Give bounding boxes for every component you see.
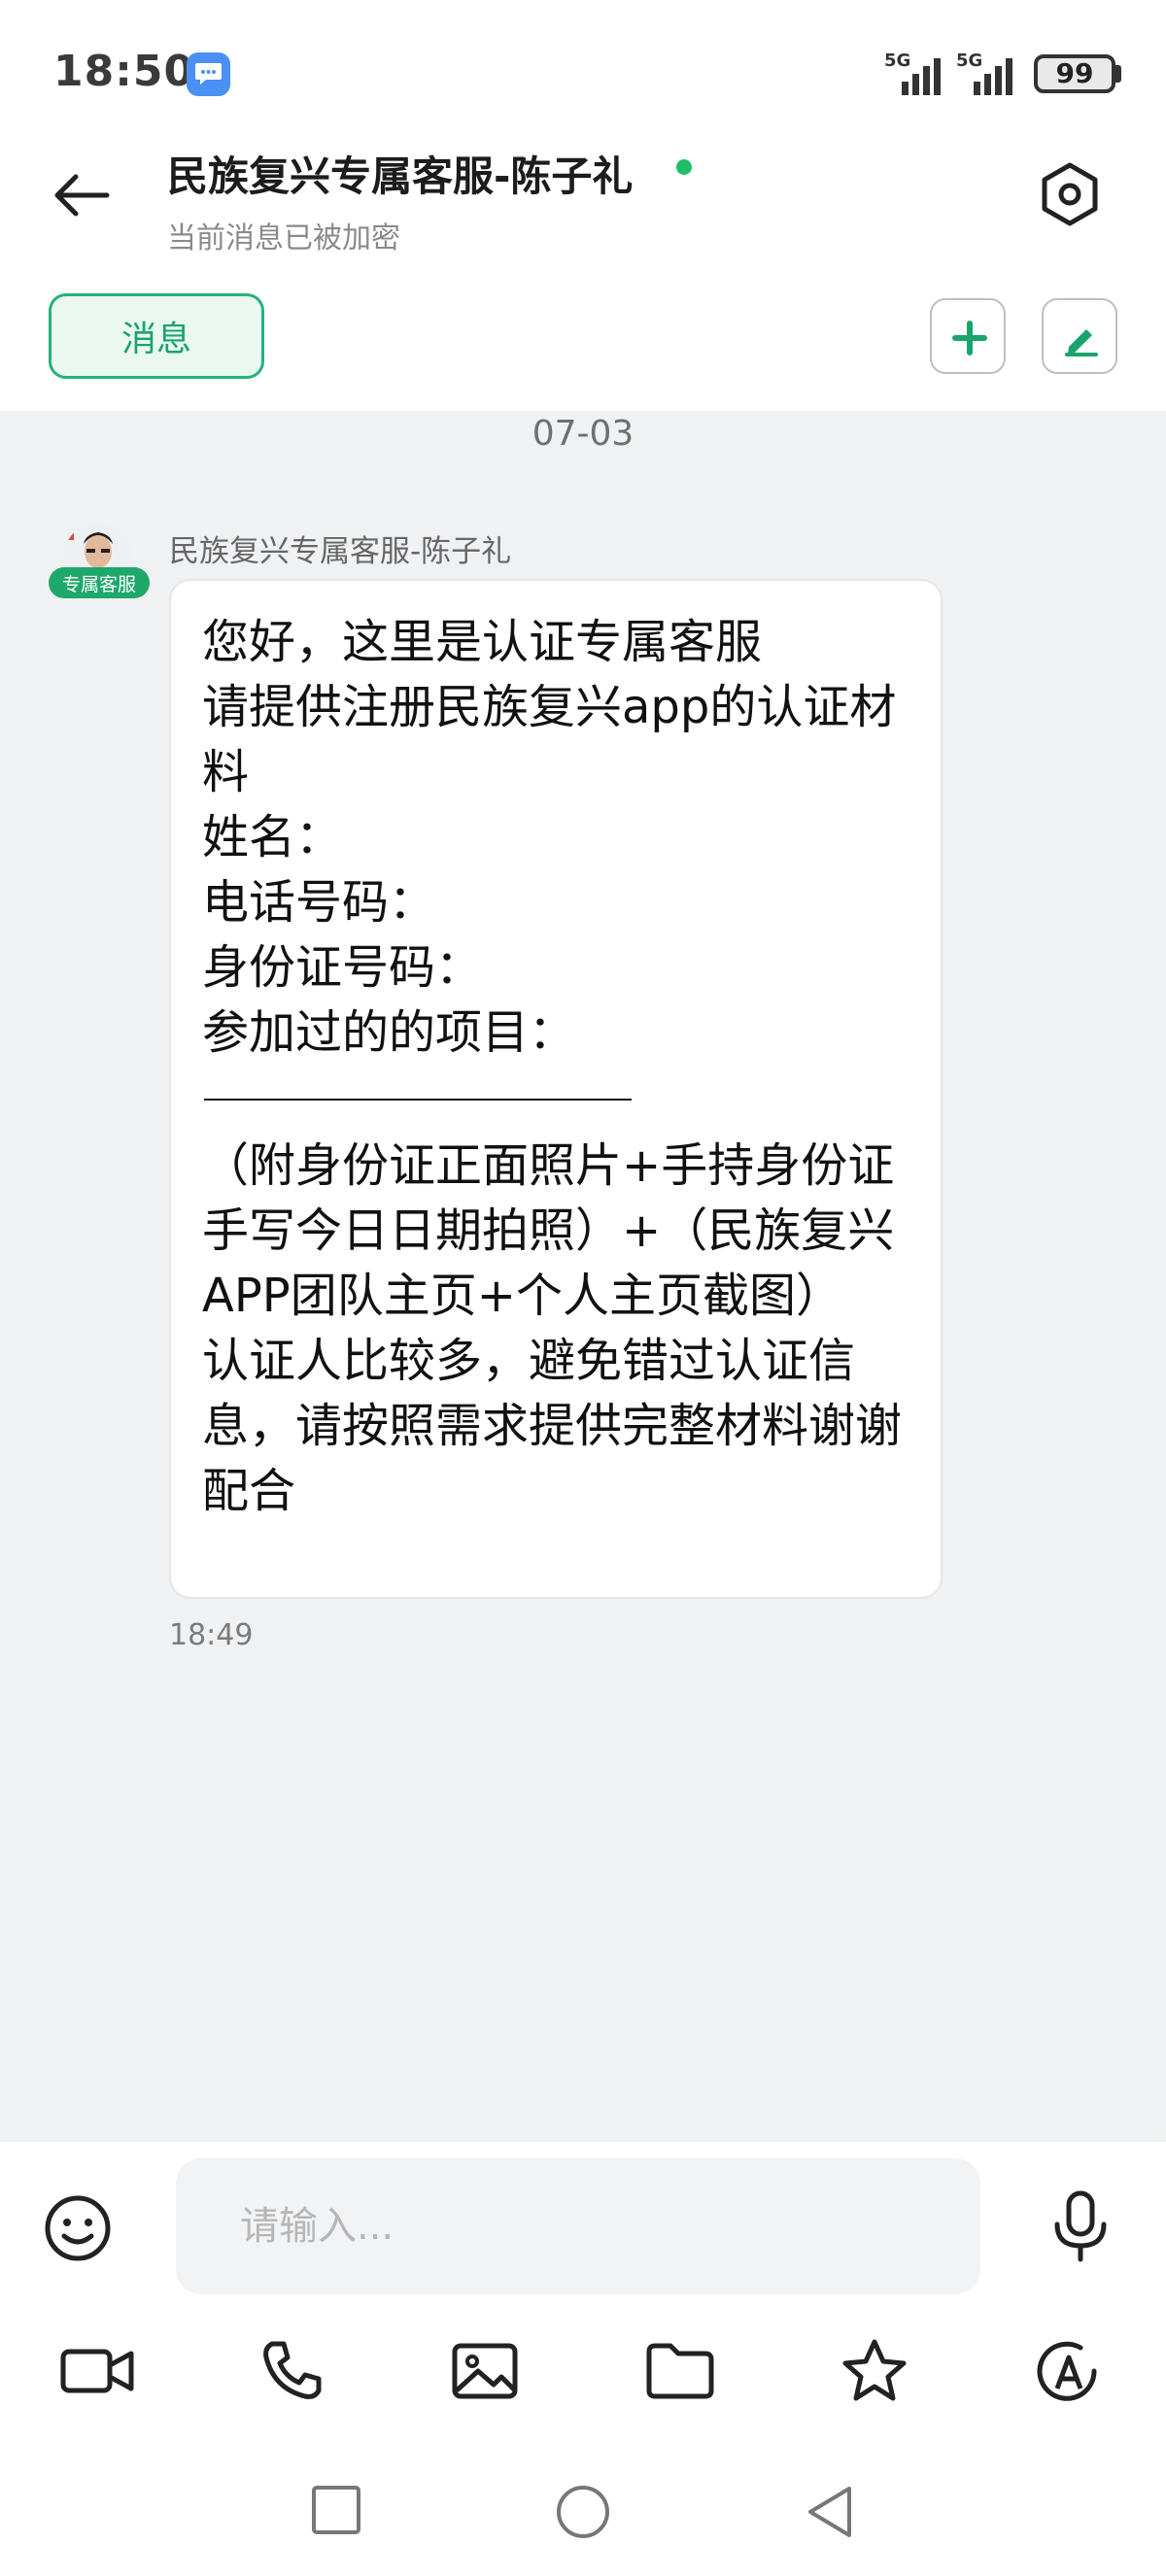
- gallery-button[interactable]: [447, 2336, 525, 2406]
- video-call-button[interactable]: [58, 2336, 136, 2406]
- voice-call-button[interactable]: [255, 2336, 332, 2406]
- status-bar: 18:50 5G 5G 99: [0, 0, 1166, 146]
- system-back-button[interactable]: [803, 2483, 857, 2545]
- online-status-dot: [676, 159, 692, 175]
- message-line: 认证人比较多，避免错过认证信息，请按照需求提供完整材料谢谢配合: [202, 1334, 903, 1518]
- circle-home-icon: [557, 2486, 609, 2538]
- emoji-button[interactable]: [43, 2193, 113, 2263]
- smiley-icon: [45, 2195, 111, 2261]
- signal-2-icon: 5G: [956, 51, 1026, 95]
- arrow-left-icon: [54, 174, 110, 217]
- home-button[interactable]: [554, 2483, 612, 2545]
- agent-badge: 专属客服: [49, 567, 150, 598]
- star-icon: [842, 2339, 907, 2401]
- video-icon: [60, 2349, 134, 2393]
- image-icon: [452, 2343, 518, 2399]
- microphone-icon: [1054, 2190, 1107, 2262]
- network-type-2: 5G: [956, 51, 983, 71]
- file-button[interactable]: [641, 2336, 719, 2406]
- message-line: 请提供注册民族复兴app的认证材料: [202, 680, 897, 799]
- back-button[interactable]: [47, 160, 117, 230]
- network-type-1: 5G: [884, 51, 911, 71]
- add-button[interactable]: [930, 298, 1006, 374]
- square-recents-icon: [312, 2486, 360, 2534]
- pen-icon: [1065, 329, 1098, 356]
- edit-button[interactable]: [1042, 298, 1117, 374]
- status-time: 18:50: [53, 47, 195, 96]
- message-bubble[interactable]: 您好，这里是认证专属客服 请提供注册民族复兴app的认证材料 姓名： 电话号码：…: [169, 579, 943, 1599]
- sender-name: 民族复兴专属客服-陈子礼: [169, 534, 512, 569]
- signal-1-icon: 5G: [884, 51, 954, 95]
- message-line: 参加过的的项目：: [202, 1005, 576, 1060]
- hexagon-settings-icon: [1042, 162, 1098, 226]
- message-timestamp: 18:49: [169, 1618, 254, 1652]
- battery-tip: [1115, 65, 1121, 83]
- date-separator: 07-03: [532, 414, 634, 454]
- text-style-button[interactable]: [1030, 2336, 1108, 2406]
- folder-icon: [646, 2343, 714, 2399]
- phone-icon: [263, 2341, 322, 2399]
- avatar[interactable]: 专属客服: [49, 523, 150, 610]
- message-bubble-icon: [187, 52, 230, 96]
- message-line: （附身份证正面照片+手持身份证手写今日日期拍照）+（民族复兴APP团队主页+个人…: [202, 1138, 895, 1323]
- favorite-button[interactable]: [836, 2336, 913, 2406]
- message-line: 电话号码：: [202, 875, 436, 930]
- chat-title: 民族复兴专属客服-陈子礼: [167, 153, 634, 200]
- battery-level: 99: [1055, 57, 1094, 89]
- encryption-notice: 当前消息已被加密: [167, 221, 400, 255]
- plus-icon: [952, 321, 987, 356]
- recents-button[interactable]: [309, 2483, 363, 2541]
- battery-icon: 99: [1034, 54, 1115, 93]
- message-line: 您好，这里是认证专属客服: [202, 615, 763, 669]
- triangle-back-icon: [808, 2487, 851, 2537]
- message-input[interactable]: [176, 2158, 980, 2294]
- message-divider: [204, 1099, 632, 1101]
- chat-settings-button[interactable]: [1033, 157, 1107, 231]
- text-a-icon: [1037, 2341, 1097, 2401]
- voice-button[interactable]: [1046, 2187, 1115, 2265]
- tab-messages[interactable]: 消息: [49, 293, 264, 379]
- message-line: 身份证号码：: [202, 940, 483, 995]
- message-line: 姓名：: [202, 810, 343, 864]
